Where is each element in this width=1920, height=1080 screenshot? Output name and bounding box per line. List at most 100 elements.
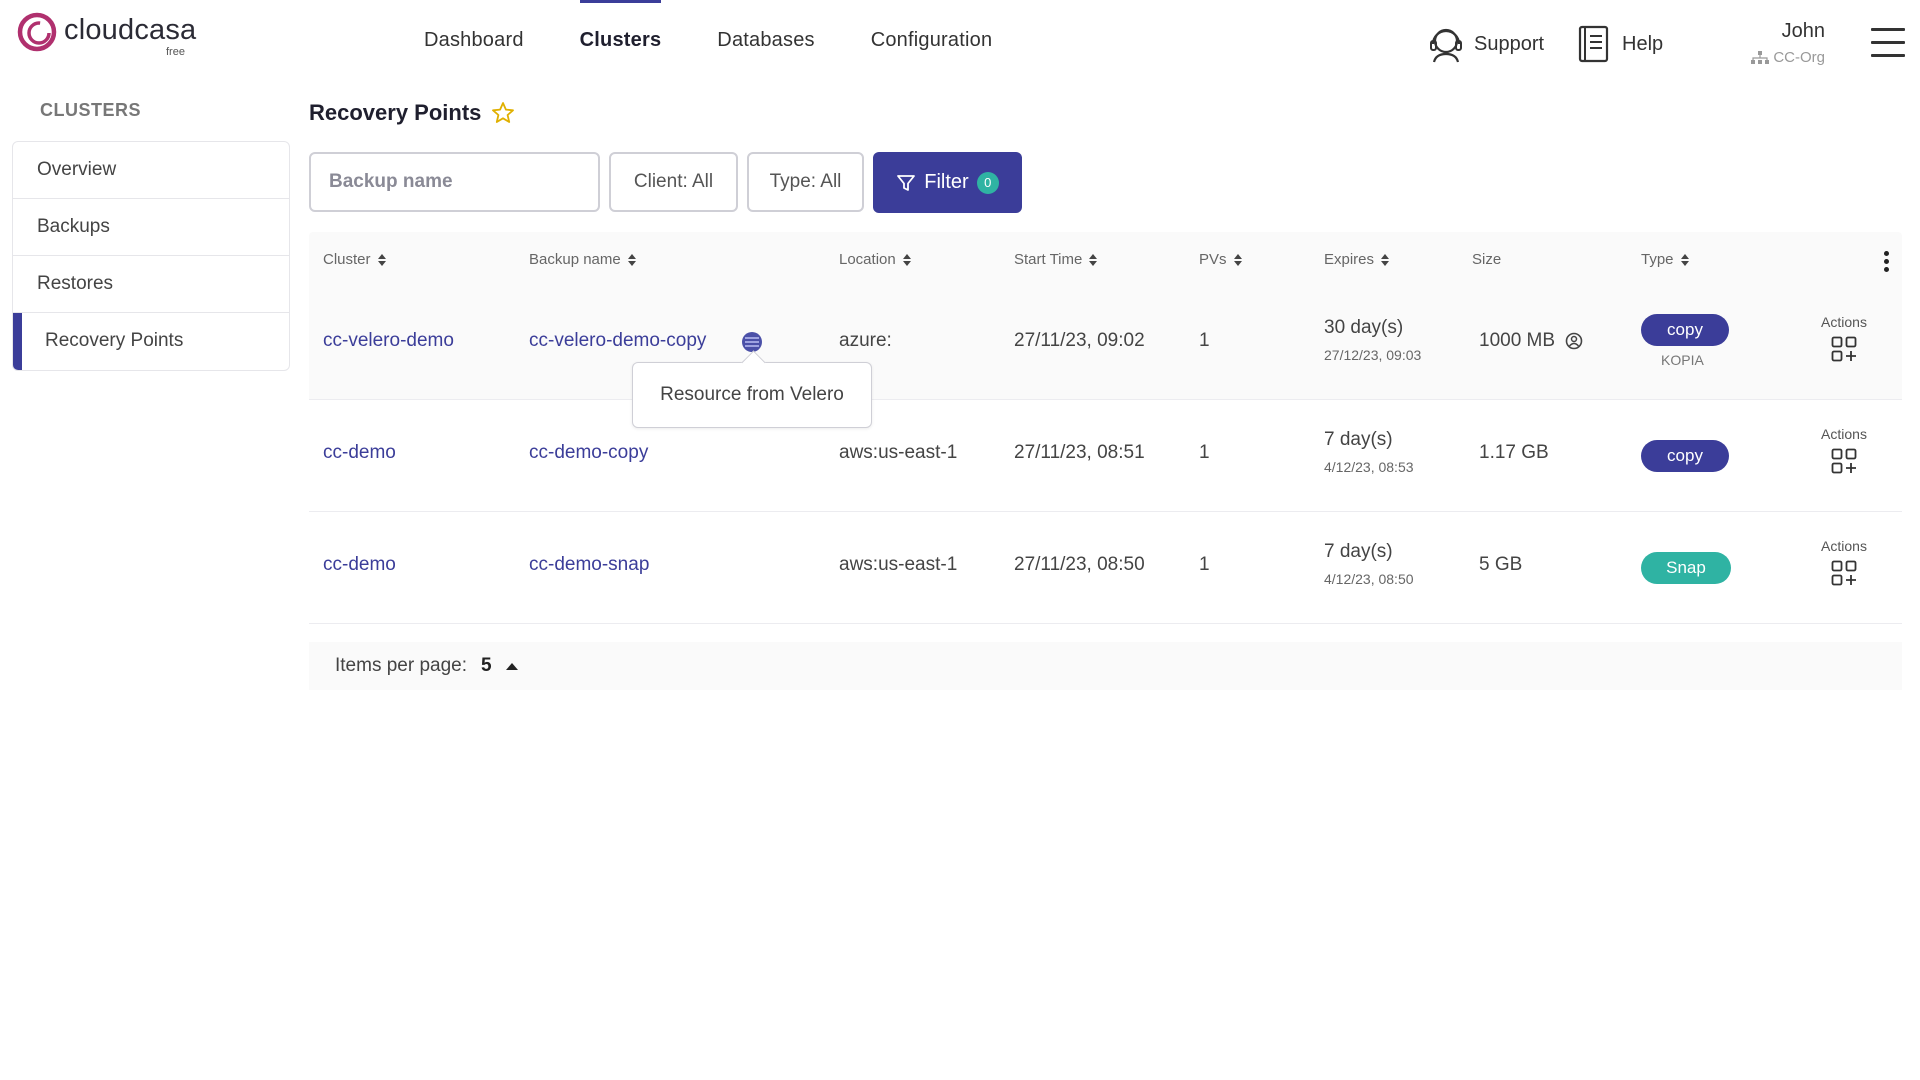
table-row: cc-demo cc-demo-copy aws:us-east-1 27/11… [309,400,1902,512]
items-per-page-value[interactable]: 5 [481,655,492,677]
expires-date: 27/12/23, 09:03 [1324,347,1422,363]
location-value: aws:us-east-1 [839,442,958,463]
backup-name-search-input[interactable] [309,152,600,212]
funnel-icon [897,174,916,191]
sort-icon [627,254,636,266]
logo-wordmark: cloudcasa [64,14,197,46]
location-value: aws:us-east-1 [839,554,958,575]
sort-icon [1233,254,1242,266]
table-header: Cluster Backup name Location Start Time … [309,232,1902,288]
filter-label: Filter [924,171,969,193]
org-name: CC-Org [1773,49,1825,66]
actions-button[interactable]: Actions [1809,538,1879,591]
sidebar-heading: CLUSTERS [40,100,142,120]
start-time-value: 27/11/23, 09:02 [1014,330,1145,351]
actions-button[interactable]: Actions [1809,314,1879,367]
location-value: azure: [839,330,892,351]
table-row: cc-demo cc-demo-snap aws:us-east-1 27/11… [309,512,1902,624]
sidebar-menu: Overview Backups Restores Recovery Point… [12,141,290,371]
sort-icon [1381,254,1390,266]
size-value: 1.17 GB [1479,442,1549,463]
expires-date: 4/12/23, 08:53 [1324,459,1414,475]
expires-cell: 30 day(s) 27/12/23, 09:03 [1324,317,1421,363]
help-book-icon [1578,25,1609,63]
pvs-value: 1 [1199,554,1210,575]
sort-icon [377,254,386,266]
col-cluster[interactable]: Cluster [323,232,386,288]
velero-resource-icon[interactable] [742,332,762,352]
start-time-value: 27/11/23, 08:51 [1014,442,1145,463]
sidebar-item-overview[interactable]: Overview [13,142,289,199]
recovery-points-table: Cluster Backup name Location Start Time … [309,232,1902,624]
nav-configuration[interactable]: Configuration [871,0,993,80]
cluster-link[interactable]: cc-velero-demo [323,330,454,352]
col-type[interactable]: Type [1641,232,1689,288]
velero-tooltip: Resource from Velero [632,362,872,428]
column-options-kebab-icon[interactable] [1884,251,1890,275]
type-badge: copy [1641,440,1729,472]
nav-dashboard[interactable]: Dashboard [424,0,524,80]
pvs-value: 1 [1199,442,1210,463]
expires-date: 4/12/23, 08:50 [1324,571,1414,587]
sort-icon [902,254,911,266]
top-header: cloudcasa free Dashboard Clusters Databa… [0,0,1920,100]
col-start-time[interactable]: Start Time [1014,232,1098,288]
filter-count-badge: 0 [976,171,999,194]
size-value: 1000 MB [1479,330,1556,351]
backup-name-link[interactable]: cc-velero-demo-copy [529,330,706,352]
type-badge: copy [1641,314,1729,346]
cloudcasa-logo-icon [17,12,57,52]
cluster-link[interactable]: cc-demo [323,554,396,576]
cluster-link[interactable]: cc-demo [323,442,396,464]
main-nav: Dashboard Clusters Databases Configurati… [424,0,1048,80]
backup-name-link[interactable]: cc-demo-snap [529,554,649,576]
sort-icon [1680,254,1689,266]
grid-add-icon [1831,336,1857,362]
expires-cell: 7 day(s) 4/12/23, 08:50 [1324,541,1414,587]
actions-label: Actions [1821,314,1867,330]
expires-days: 7 day(s) [1324,541,1393,562]
pagination-bar: Items per page: 5 [309,642,1902,690]
page-title-text: Recovery Points [309,100,482,125]
grid-add-icon [1831,448,1857,474]
filter-button[interactable]: Filter 0 [873,152,1022,213]
expires-cell: 7 day(s) 4/12/23, 08:53 [1324,429,1414,475]
col-size: Size [1472,251,1502,268]
sidebar-item-restores[interactable]: Restores [13,256,289,313]
col-pvs[interactable]: PVs [1199,232,1242,288]
user-circle-icon[interactable] [1565,332,1583,350]
sidebar-item-backups[interactable]: Backups [13,199,289,256]
cloudcasa-logo[interactable]: cloudcasa free [16,10,206,58]
nav-databases[interactable]: Databases [717,0,814,80]
star-outline-icon[interactable] [491,101,515,125]
expires-days: 30 day(s) [1324,317,1404,338]
page-title: Recovery Points [309,100,515,126]
backup-name-link[interactable]: cc-demo-copy [529,442,648,464]
col-backup-name[interactable]: Backup name [529,232,636,288]
grid-add-icon [1831,560,1857,586]
org-hierarchy-icon [1751,50,1770,64]
col-expires[interactable]: Expires [1324,232,1390,288]
actions-label: Actions [1821,426,1867,442]
nav-clusters[interactable]: Clusters [579,0,662,80]
user-menu[interactable]: John CC-Org [1751,20,1825,66]
headset-icon [1430,28,1462,63]
user-org: CC-Org [1751,49,1825,66]
help-button[interactable]: Help [1576,20,1663,68]
client-filter-select[interactable]: Client: All [609,152,738,212]
logo-tier: free [166,46,185,58]
sidebar-item-recovery-points[interactable]: Recovery Points [13,313,289,370]
start-time-value: 27/11/23, 08:50 [1014,554,1145,575]
hamburger-menu-icon[interactable] [1871,28,1905,58]
support-button[interactable]: Support [1428,20,1544,68]
type-badge: Snap [1641,552,1731,584]
size-value: 5 GB [1479,554,1523,575]
support-label: Support [1474,32,1545,55]
col-location[interactable]: Location [839,232,911,288]
actions-button[interactable]: Actions [1809,426,1879,479]
table-row: cc-velero-demo cc-velero-demo-copy azure… [309,288,1902,400]
sort-icon [1089,254,1098,266]
caret-up-icon[interactable] [505,662,518,670]
expires-days: 7 day(s) [1324,429,1393,450]
type-filter-select[interactable]: Type: All [747,152,864,212]
